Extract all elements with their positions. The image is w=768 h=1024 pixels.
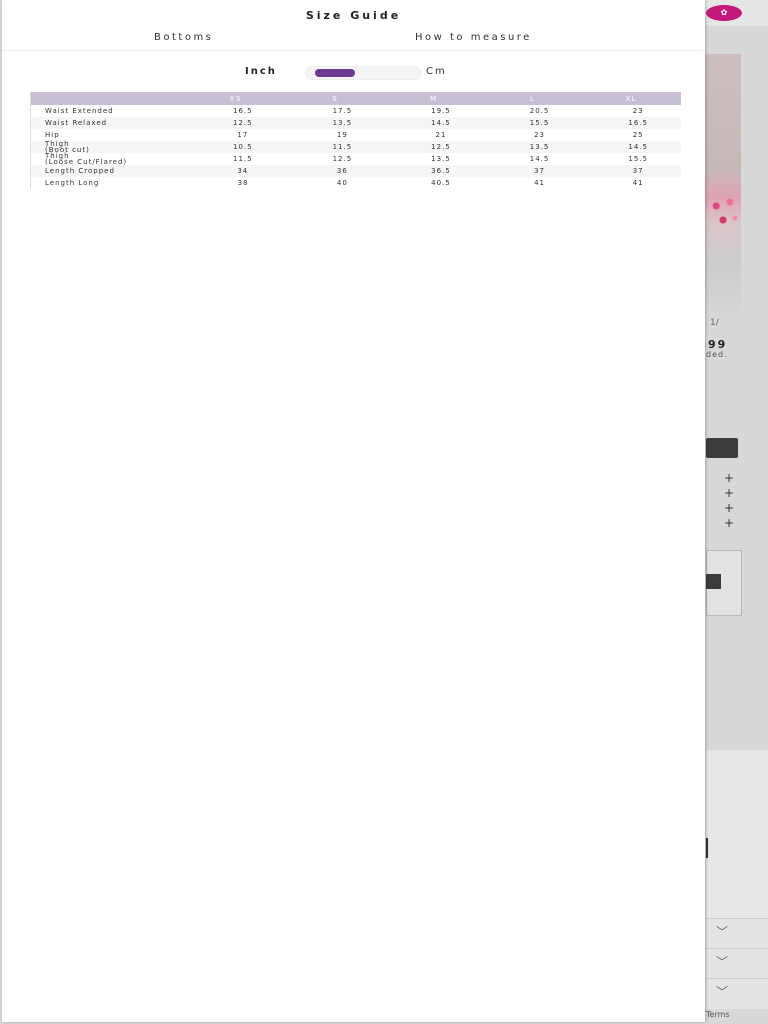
expand-plus-icon[interactable]: +: [724, 502, 734, 514]
column-header-xl: XL: [581, 92, 681, 105]
toggle-knob: [315, 69, 355, 77]
column-header-xs: XS: [186, 92, 287, 105]
size-select-button[interactable]: [706, 438, 738, 458]
table-cell: 37: [483, 165, 582, 177]
table-cell: 17: [237, 131, 249, 139]
image-pager: 1/: [710, 318, 719, 328]
add-to-cart-button[interactable]: [706, 574, 721, 589]
scroll-indicator: [706, 838, 708, 858]
row-label-line: Length Cropped: [45, 167, 115, 175]
row-label-line: Hip: [45, 131, 60, 139]
table-cell: 14.5: [384, 117, 484, 129]
unit-inch-label[interactable]: Inch: [245, 66, 277, 77]
table-row: Hip 17 19 21 23 25: [30, 129, 681, 141]
column-header-l: L: [483, 92, 582, 105]
info-section: [706, 750, 768, 918]
table-cell: 19: [336, 131, 348, 139]
row-label-line: Length Long: [45, 179, 100, 187]
table-cell: 23: [632, 107, 644, 115]
tab-how-to-measure[interactable]: How to measure: [415, 32, 532, 43]
table-cell: 40.5: [431, 179, 451, 187]
table-cell: 16.5: [232, 107, 253, 115]
table-row: Waist Relaxed 12.5 13.5 14.5 15.5 16.5: [30, 117, 681, 129]
table-cell: 12.5: [384, 141, 484, 153]
table-cell: 15.5: [628, 155, 648, 163]
table-cell: 14.5: [581, 141, 681, 153]
row-label-line: Waist Relaxed: [45, 119, 108, 127]
chevron-down-icon: ﹀: [716, 955, 729, 969]
unit-toggle-switch[interactable]: [305, 66, 421, 80]
expand-plus-icon[interactable]: +: [724, 517, 734, 529]
table-header-row: XS S M L XL: [30, 92, 681, 105]
table-row: Thigh (Loose Cut/Flared) 11.5 12.5 13.5 14.5 1…: [30, 153, 681, 166]
table-cell: 19.5: [431, 107, 451, 115]
table-cell: 13.5: [483, 141, 582, 153]
table-row: Length Cropped 34 36 36.5 37 37: [30, 165, 681, 177]
product-image-flowers: [706, 190, 740, 230]
row-label: Waist Relaxed: [30, 117, 186, 129]
table-row: Waist Extended 16.5 17.5 19.5 20.5 23: [30, 105, 681, 117]
row-label-line: Waist Extended: [45, 107, 114, 115]
table-cell: 41: [534, 179, 545, 187]
table-cell: 16.5: [581, 117, 681, 129]
table-cell: 15.5: [483, 117, 582, 129]
table-cell: 10.5: [186, 141, 287, 153]
table-cell: 11.5: [232, 155, 253, 163]
table-body: Waist Extended 16.5 17.5 19.5 20.5 23 Waist Re…: [30, 105, 681, 189]
unit-toggle-row: Inch Cm: [2, 64, 705, 80]
table-cell: 13.5: [431, 155, 451, 163]
table-cell: 14.5: [529, 155, 550, 163]
chevron-down-icon: ﹀: [716, 985, 729, 999]
unit-cm-label[interactable]: Cm: [426, 66, 447, 77]
table-cell: 40: [336, 179, 348, 187]
price-note: ded.: [706, 350, 728, 359]
chevron-down-icon: ﹀: [716, 925, 729, 939]
expand-plus-icon[interactable]: +: [724, 487, 734, 499]
table-cell: 13.5: [286, 117, 385, 129]
table-cell: 21: [435, 131, 447, 139]
table-cell: 20.5: [529, 107, 550, 115]
expand-plus-icon[interactable]: +: [724, 472, 734, 484]
table-cell: 23: [534, 131, 545, 139]
row-label: Waist Extended: [30, 105, 186, 117]
table-cell: 37: [581, 165, 681, 177]
column-header-measurement: [30, 92, 186, 105]
table-cell: 36.5: [384, 165, 484, 177]
row-label: Length Cropped: [30, 165, 186, 177]
table-cell: 11.5: [286, 141, 385, 153]
table-cell: 34: [186, 165, 287, 177]
table-cell: 25: [632, 131, 644, 139]
table-cell: 36: [286, 165, 385, 177]
table-cell: 38: [237, 179, 249, 187]
modal-title: Size Guide: [305, 9, 402, 22]
table-cell: 41: [632, 179, 644, 187]
row-label: Thigh (Loose Cut/Flared): [30, 153, 186, 166]
brand-logo[interactable]: ✿: [706, 5, 742, 21]
accordion-item[interactable]: ﹀: [706, 978, 768, 1009]
table-cell: 17.5: [332, 107, 353, 115]
size-guide-tabs: Bottoms How to measure: [2, 30, 705, 51]
table-cell: 12.5: [332, 155, 353, 163]
column-header-s: S: [286, 92, 385, 105]
terms-link[interactable]: Terms: [706, 1010, 730, 1019]
accordion-item[interactable]: ﹀: [706, 948, 768, 979]
product-image[interactable]: [704, 54, 741, 314]
size-chart-table: XS S M L XL Waist Extended 16.5 17.5 19.5 20…: [30, 92, 681, 189]
table-row: Length Long 38 40 40.5 41 41: [30, 177, 681, 189]
tab-bottoms[interactable]: Bottoms: [154, 32, 213, 43]
table-cell: 12.5: [186, 117, 287, 129]
table-row: Thigh (Boot cut) 10.5 11.5 12.5 13.5 14.5: [30, 141, 681, 154]
size-guide-modal: Size Guide Bottoms How to measure Inch C…: [2, 0, 705, 1022]
row-label: Length Long: [30, 177, 186, 189]
accordion-item[interactable]: ﹀: [706, 918, 768, 949]
column-header-m: M: [384, 92, 484, 105]
